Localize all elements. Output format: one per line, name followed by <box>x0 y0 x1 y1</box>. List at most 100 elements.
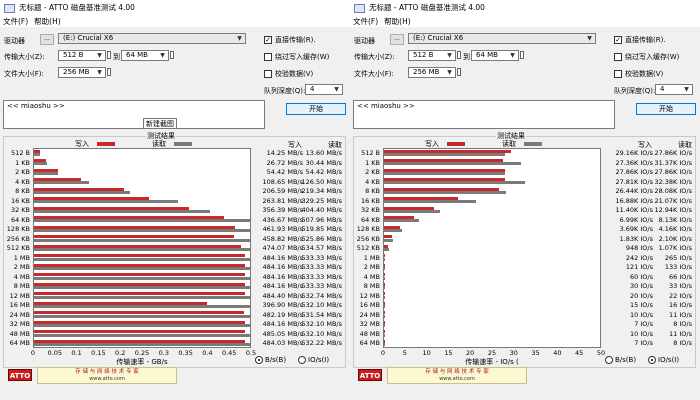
radio-io[interactable]: IO/s(I) <box>298 356 329 364</box>
atto-banner[interactable]: 存 储 与 网 络 技 术 专 家 www.atto.com <box>37 367 177 384</box>
transfer-size-to-select[interactable]: 64 MB ▼ <box>471 50 519 61</box>
category-label: 64 KB <box>10 215 30 224</box>
x-tick-label: 40 <box>553 349 562 357</box>
radio-bytes[interactable]: B/s(B) <box>605 356 636 364</box>
banner-slogan: 存 储 与 网 络 技 术 专 家 <box>425 369 489 375</box>
read-bar <box>34 152 40 156</box>
drive-browse-button[interactable]: ... <box>40 34 54 45</box>
read-value: 532.22 MB/s <box>301 339 342 348</box>
start-button[interactable]: 开始 <box>636 103 696 115</box>
bypass-write-cache-checkbox[interactable]: 绕过写入缓存(W) <box>264 52 329 62</box>
file-size-value: 256 MB <box>413 68 440 76</box>
notes-textarea[interactable]: << miaoshu >> <box>353 100 615 129</box>
window-left: 无标题 - ATTO 磁盘基准测试 4.00 文件(F) 帮助(H) 驱动器 .… <box>0 0 350 400</box>
transfer-size-from-scrollbar[interactable] <box>457 51 461 59</box>
file-size-select[interactable]: 256 MB ▼ <box>408 67 456 78</box>
radio-dot <box>605 356 613 364</box>
transfer-size-from-scrollbar[interactable] <box>107 51 111 59</box>
read-bar <box>34 276 250 280</box>
radio-io[interactable]: IO/s(I) <box>648 356 679 364</box>
queue-depth-select[interactable]: 4 ▼ <box>305 84 343 95</box>
drive-select[interactable]: (E:) Crucial X6 ▼ <box>58 33 246 44</box>
read-bar <box>384 209 441 213</box>
read-bar <box>34 314 250 318</box>
read-bar <box>34 190 130 194</box>
read-value: 54.42 MB/s <box>305 168 342 177</box>
transfer-size-from-select[interactable]: 512 B ▼ <box>408 50 456 61</box>
chevron-down-icon: ▼ <box>587 35 592 42</box>
start-button[interactable]: 开始 <box>286 103 346 115</box>
read-bar <box>384 314 385 318</box>
read-bar <box>384 200 476 204</box>
read-value: 532.74 MB/s <box>301 291 342 300</box>
radio-dot <box>298 356 306 364</box>
x-tick-label: 35 <box>531 349 540 357</box>
read-bar <box>384 324 385 328</box>
transfer-size-from-select[interactable]: 512 B ▼ <box>58 50 106 61</box>
read-value: 8 IO/s <box>673 339 692 348</box>
read-value: 22 IO/s <box>669 291 692 300</box>
category-label: 32 MB <box>359 320 380 329</box>
legend-write-swatch <box>447 142 465 146</box>
file-size-scrollbar[interactable] <box>457 68 461 76</box>
checkbox-box <box>614 70 622 78</box>
category-label: 16 KB <box>360 196 380 205</box>
banner-url: www.atto.com <box>439 376 475 382</box>
verify-data-checkbox[interactable]: 校验数据(V) <box>264 69 313 79</box>
queue-depth-select[interactable]: 4 ▼ <box>655 84 693 95</box>
category-label: 2 KB <box>15 168 30 177</box>
radio-dot <box>255 356 263 364</box>
checkbox-box <box>264 53 272 61</box>
x-tick-label: 0.25 <box>134 349 150 357</box>
read-value: 28.08K IO/s <box>654 187 692 196</box>
chevron-down-icon: ▼ <box>97 69 102 76</box>
bypass-write-cache-checkbox[interactable]: 绕过写入缓存(W) <box>614 52 679 62</box>
menu-file[interactable]: 文件(F) <box>353 16 378 27</box>
read-value: 532.10 MB/s <box>301 329 342 338</box>
direct-io-checkbox[interactable]: ✓ 直接传输(R). <box>614 35 666 45</box>
file-size-scrollbar[interactable] <box>107 68 111 76</box>
notes-textarea[interactable]: << miaoshu >> <box>3 100 265 129</box>
window-title: 无标题 - ATTO 磁盘基准测试 4.00 <box>369 3 485 12</box>
read-bar <box>384 257 386 261</box>
category-label: 512 B <box>11 149 30 157</box>
verify-data-label: 校验数据(V) <box>625 70 664 78</box>
read-value: 66 IO/s <box>669 272 692 281</box>
x-tick-label: 0.15 <box>91 349 106 357</box>
category-label: 32 KB <box>360 206 380 215</box>
verify-data-checkbox[interactable]: 校验数据(V) <box>614 69 663 79</box>
x-tick-label: 0.1 <box>71 349 82 357</box>
drive-label: 驱动器 <box>4 37 25 45</box>
file-size-value: 256 MB <box>63 68 90 76</box>
atto-banner[interactable]: 存 储 与 网 络 技 术 专 家 www.atto.com <box>387 367 527 384</box>
file-size-label: 文件大小(F): <box>4 70 44 78</box>
legend-read-swatch <box>174 142 192 146</box>
direct-io-checkbox[interactable]: ✓ 直接传输(R). <box>264 35 316 45</box>
category-label: 4 MB <box>363 272 380 281</box>
transfer-size-to-scrollbar[interactable] <box>170 51 174 59</box>
menu-help[interactable]: 帮助(H) <box>34 16 61 27</box>
read-bar <box>34 162 48 166</box>
read-value: 519.85 MB/s <box>301 225 342 234</box>
drive-select-value: (E:) Crucial X6 <box>413 34 464 42</box>
title-bar: 无标题 - ATTO 磁盘基准测试 4.00 <box>350 0 700 15</box>
category-label: 8 KB <box>365 187 380 196</box>
read-value: 219.34 MB/s <box>301 187 342 196</box>
drive-select[interactable]: (E:) Crucial X6 ▼ <box>408 33 596 44</box>
read-bar <box>34 267 250 271</box>
transfer-size-to-scrollbar[interactable] <box>520 51 524 59</box>
transfer-size-to-value: 64 MB <box>476 51 498 59</box>
transfer-size-to-select[interactable]: 64 MB ▼ <box>121 50 169 61</box>
chevron-down-icon: ▼ <box>510 52 515 59</box>
drive-browse-button[interactable]: ... <box>390 34 404 45</box>
atto-logo: ATTO <box>358 369 382 381</box>
menu-help[interactable]: 帮助(H) <box>384 16 411 27</box>
radio-bytes[interactable]: B/s(B) <box>255 356 286 364</box>
file-size-select[interactable]: 256 MB ▼ <box>58 67 106 78</box>
menu-file[interactable]: 文件(F) <box>3 16 28 27</box>
app-icon <box>4 3 15 13</box>
read-bar <box>384 238 394 242</box>
x-axis-title: 传输速率 - IO/s ( <box>465 358 519 366</box>
category-label: 256 KB <box>356 234 380 243</box>
window-title: 无标题 - ATTO 磁盘基准测试 4.00 <box>19 3 135 12</box>
